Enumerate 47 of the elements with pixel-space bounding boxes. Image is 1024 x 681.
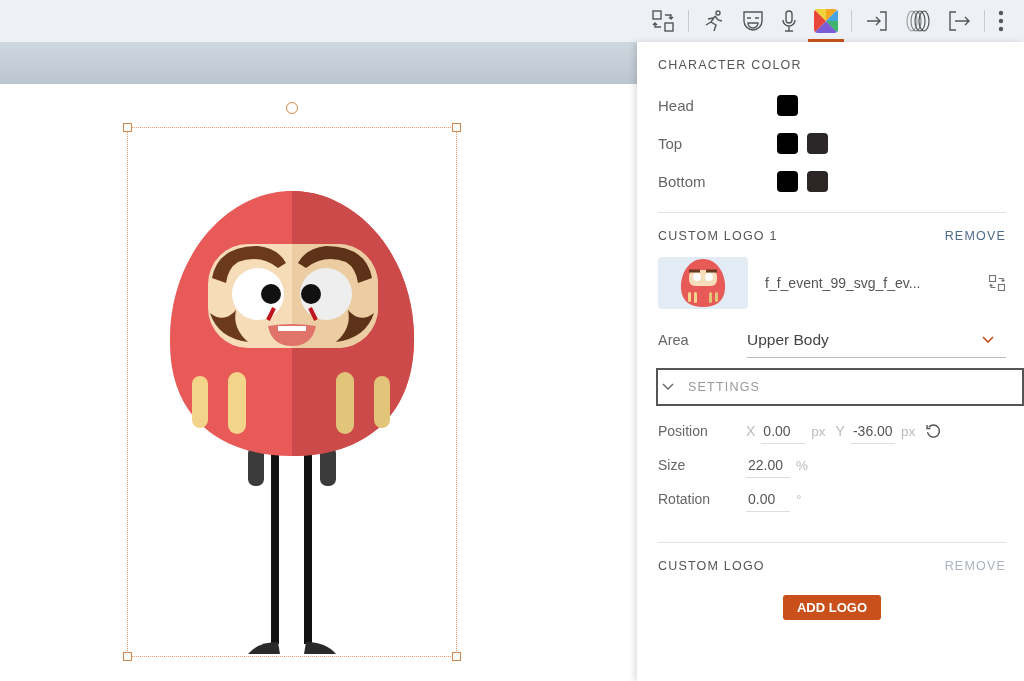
area-dropdown[interactable]: Upper Body (747, 322, 1006, 358)
exit-arrow-icon (947, 9, 971, 33)
field-label: Rotation (658, 491, 712, 507)
daruma-thumbnail-drawing (678, 257, 728, 309)
resize-handle[interactable] (123, 652, 132, 661)
part-label: Bottom (658, 172, 707, 190)
part-label: Head (658, 96, 695, 114)
swap-icon (651, 9, 675, 33)
part-label: Top (658, 134, 684, 152)
resize-handle[interactable] (123, 123, 132, 132)
number-input[interactable]: 22.00 (746, 452, 790, 478)
chevron-down-icon (662, 383, 674, 391)
color-palette-icon (814, 9, 838, 33)
section-title: CUSTOM LOGO 1 (658, 229, 778, 243)
resize-handle[interactable] (452, 123, 461, 132)
number-input[interactable]: 0.00 (761, 418, 806, 444)
color-swatch[interactable] (777, 132, 798, 154)
add-logo-button[interactable]: ADD LOGO (782, 595, 882, 620)
number-input[interactable]: 0.00 (746, 486, 790, 512)
rings-icon (905, 9, 931, 33)
microphone-icon (780, 9, 798, 33)
unit-label: px (811, 423, 826, 439)
file-name: f_f_event_99_svg_f_ev... (765, 275, 922, 291)
axis-label: X (746, 423, 756, 439)
resize-handle[interactable] (452, 652, 461, 661)
color-swatch[interactable] (777, 94, 798, 116)
axis-label: Y (835, 423, 845, 439)
more-menu-icon (998, 10, 1004, 32)
unit-label: % (796, 457, 808, 473)
color-swatch[interactable] (807, 170, 828, 192)
field-label: Size (658, 457, 687, 473)
field-label: Position (658, 423, 709, 439)
color-swatch[interactable] (807, 132, 828, 154)
reset-icon[interactable] (925, 423, 942, 439)
section-title: CUSTOM LOGO (658, 559, 765, 573)
rotate-handle[interactable] (286, 102, 298, 114)
color-swatch[interactable] (777, 170, 798, 192)
number-input[interactable]: -36.00 (850, 418, 895, 444)
unit-label: px (900, 423, 916, 439)
swap-icon[interactable] (988, 274, 1006, 292)
enter-arrow-icon (865, 9, 889, 33)
area-label: Area (658, 332, 690, 348)
section-title: CHARACTER COLOR (658, 58, 802, 72)
remove-link[interactable]: REMOVE (944, 229, 1006, 243)
smiling-mask-icon (742, 9, 764, 33)
unit-label: ° (796, 491, 802, 507)
chevron-down-icon (982, 335, 994, 344)
